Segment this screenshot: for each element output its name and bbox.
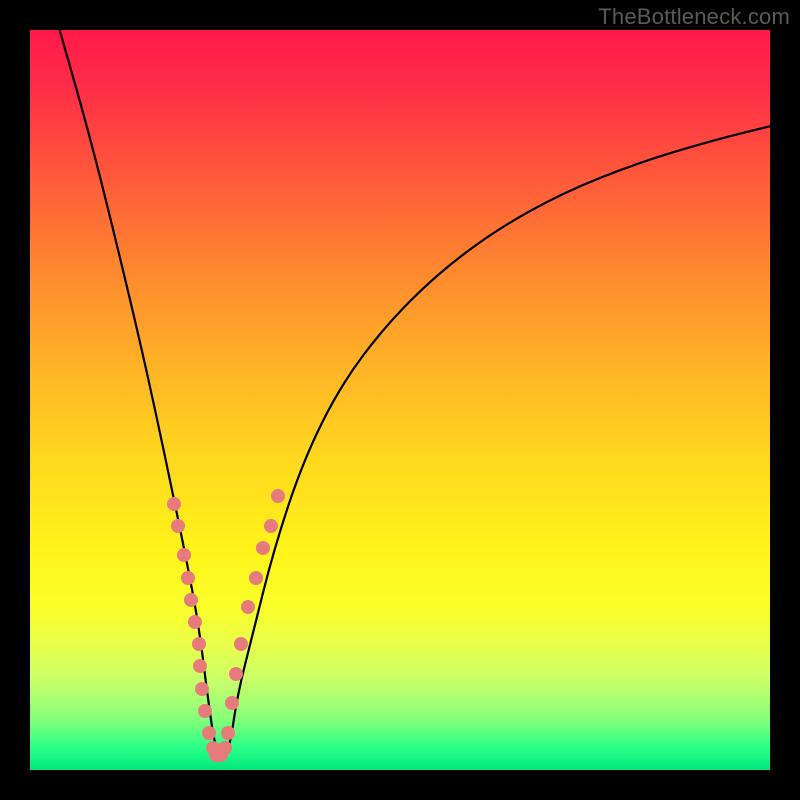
data-point: [198, 704, 212, 718]
data-point: [225, 696, 239, 710]
data-point: [167, 497, 181, 511]
chart-container: TheBottleneck.com: [0, 0, 800, 800]
data-point: [264, 519, 278, 533]
data-point: [249, 571, 263, 585]
data-point: [192, 637, 206, 651]
data-point: [171, 519, 185, 533]
data-point: [241, 600, 255, 614]
data-point: [256, 541, 270, 555]
data-point: [181, 571, 195, 585]
data-point: [218, 741, 232, 755]
bottleneck-curve: [60, 30, 770, 753]
watermark-text: TheBottleneck.com: [598, 4, 790, 30]
data-point: [234, 637, 248, 651]
data-point: [177, 548, 191, 562]
data-point: [202, 726, 216, 740]
data-point: [229, 667, 243, 681]
data-point: [193, 659, 207, 673]
plot-area: [30, 30, 770, 770]
data-point: [184, 593, 198, 607]
data-point: [188, 615, 202, 629]
data-point: [195, 682, 209, 696]
data-point: [271, 489, 285, 503]
data-point: [221, 726, 235, 740]
curve-svg: [30, 30, 770, 770]
